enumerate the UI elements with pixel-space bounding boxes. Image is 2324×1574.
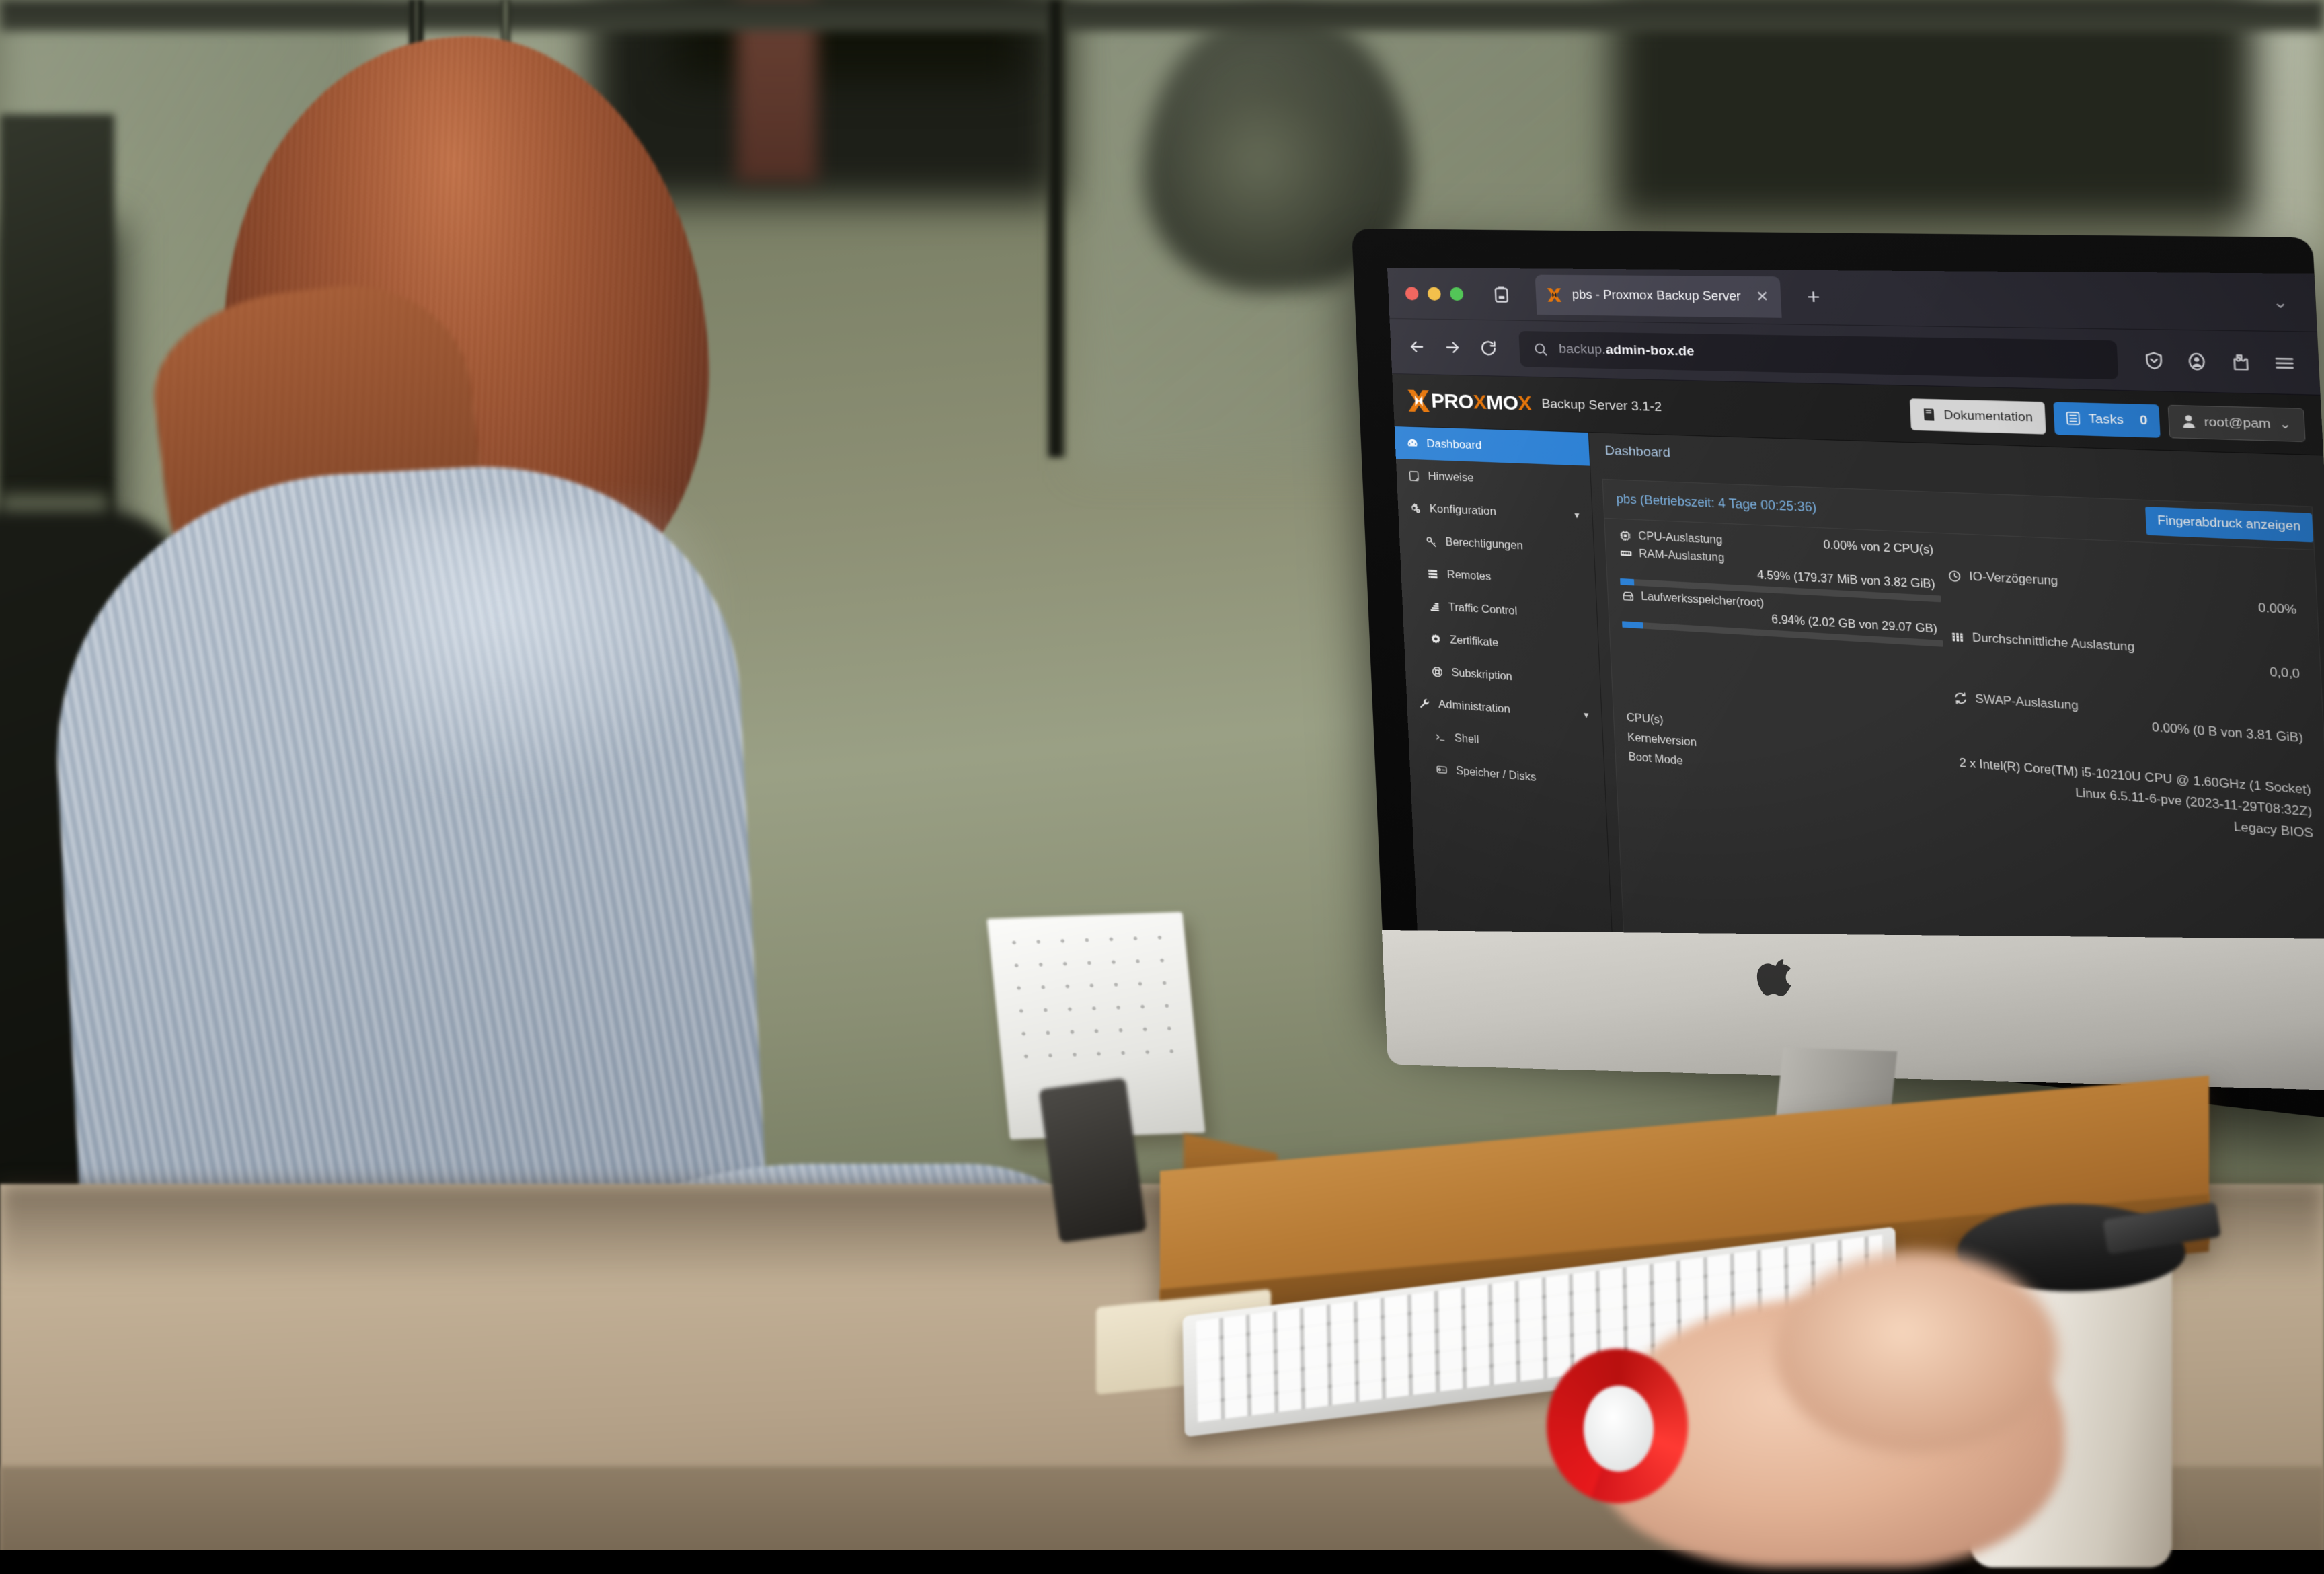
key-icon (1424, 535, 1438, 548)
chevron-down-icon: ⌄ (2279, 416, 2292, 432)
metric-label-text: CPU-Auslastung (1638, 530, 1723, 547)
sidebar-item-label: Konfiguration (1429, 502, 1496, 519)
brand-mo: MO (1485, 391, 1518, 415)
account-icon[interactable] (2185, 351, 2208, 371)
sidebar-item-label: Traffic Control (1448, 601, 1518, 617)
tasks-count: 0 (2139, 413, 2148, 428)
sidebar-item-label: Zertifikate (1450, 634, 1499, 650)
url-bar[interactable]: backup.admin-box.de (1518, 330, 2118, 379)
extensions-icon[interactable] (2229, 352, 2251, 372)
disk-icon (1434, 762, 1448, 776)
proxmox-logo[interactable]: PROXMOX Backup Server 3.1-2 (1405, 387, 1662, 420)
sidebar: Dashboard Hinweise Konfiguration ▼ Berechtig… (1395, 426, 1614, 958)
back-arrow-icon[interactable] (1407, 337, 1427, 357)
panel-title: pbs (Betriebszeit: 4 Tage 00:25:36) (1616, 492, 1817, 515)
traffic-icon (1427, 599, 1440, 613)
documentation-button[interactable]: Dokumentation (1909, 398, 2046, 435)
tab-list-icon[interactable] (1492, 285, 1510, 304)
proxmox-favicon (1545, 286, 1564, 304)
sidebar-item-label: Berechtigungen (1445, 535, 1523, 552)
swap-icon (1953, 691, 1969, 706)
certificate-icon (1429, 632, 1442, 646)
search-icon (1533, 341, 1548, 357)
sidebar-item-label: Shell (1455, 731, 1479, 746)
chevron-down-icon[interactable]: ▼ (1582, 710, 1591, 720)
chevron-down-icon[interactable]: ▼ (1573, 511, 1582, 521)
browser-toolbar-icons (2143, 350, 2297, 374)
sidebar-item-label: Hinweise (1428, 470, 1474, 485)
zoom-window-button[interactable] (1450, 287, 1464, 300)
metric-label-text: RAM-Auslastung (1639, 548, 1725, 564)
clock-icon (1947, 569, 1963, 584)
metric-label: CPU-Auslastung (1618, 529, 1723, 547)
imac-computer: pbs - Proxmox Backup Server ✕ + ⌄ (0, 0, 2324, 1550)
window-controls[interactable] (1400, 287, 1464, 301)
new-tab-button[interactable]: + (1806, 285, 1820, 309)
cpu-icon (1618, 529, 1633, 543)
brand-pro: PRO (1431, 389, 1474, 414)
tab-overflow-chevron-icon[interactable]: ⌄ (2272, 292, 2300, 312)
hdd-icon (1621, 589, 1635, 603)
metric-row: IO-Verzögerung0.00% (1947, 569, 2302, 618)
note-icon (1407, 469, 1420, 482)
proxmox-wordmark: PROXMOX (1431, 389, 1533, 416)
server-icon (1426, 567, 1439, 580)
app-menu-icon[interactable] (2272, 352, 2297, 374)
brand-x2: X (1518, 391, 1532, 415)
user-menu-button[interactable]: root@pam ⌄ (2168, 404, 2306, 441)
proxmox-x-icon (1405, 387, 1432, 414)
sidebar-item-label: Remotes (1446, 568, 1491, 584)
gears-icon (1408, 501, 1422, 515)
close-window-button[interactable] (1405, 287, 1418, 300)
pocket-shield-icon[interactable] (2143, 350, 2165, 371)
apple-logo-icon (1754, 955, 1794, 1002)
reload-icon[interactable] (1479, 338, 1498, 358)
sidebar-item-label: Speicher / Disks (1456, 764, 1537, 784)
ram-icon (1619, 546, 1633, 560)
metric-row: Durchschnittliche Auslastung0,0,0 (1949, 630, 2305, 682)
tasks-label: Tasks (2088, 412, 2124, 428)
url-prefix: backup. (1559, 342, 1606, 357)
metric-value: 0.00% von 2 CPU(s) (1823, 539, 1938, 557)
terminal-icon (1433, 730, 1447, 744)
task-list-icon (2066, 411, 2081, 426)
close-tab-button[interactable]: ✕ (1756, 288, 1769, 306)
lifebuoy-icon (1430, 665, 1444, 679)
tab-title: pbs - Proxmox Backup Server (1572, 287, 1741, 303)
brand-x1: X (1473, 390, 1487, 414)
monitor-screen: pbs - Proxmox Backup Server ✕ + ⌄ (1387, 268, 2324, 1041)
url-domain: admin-box.de (1605, 342, 1695, 359)
minimize-window-button[interactable] (1428, 287, 1442, 300)
sidebar-item-label: Dashboard (1426, 437, 1482, 453)
user-label: root@pam (2204, 414, 2271, 431)
metrics-column-left: CPU-Auslastung 0.00% von 2 CPU(s) RAM-Ausl… (1618, 529, 1947, 720)
sidebar-item-label: Subskription (1451, 666, 1512, 683)
gauge-icon (1949, 630, 1966, 644)
product-name: Backup Server 3.1-2 (1541, 396, 1662, 415)
dashboard-icon (1405, 437, 1419, 450)
metrics-column-right: IO-Verzögerung0.00% Durchschnittliche Aus… (1945, 544, 2309, 747)
forward-arrow-icon[interactable] (1443, 338, 1463, 357)
show-fingerprint-button[interactable]: Fingerabdruck anzeigen (2145, 507, 2313, 542)
browser-tab[interactable]: pbs - Proxmox Backup Server ✕ (1535, 274, 1782, 317)
tasks-button[interactable]: Tasks 0 (2054, 402, 2161, 437)
book-icon (1922, 407, 1937, 422)
user-icon (2181, 414, 2196, 429)
metric-label-text: IO-Verzögerung (1969, 570, 2058, 588)
wrench-icon (1417, 696, 1430, 710)
sidebar-item-label: Administration (1438, 698, 1511, 716)
documentation-label: Dokumentation (1943, 408, 2033, 425)
